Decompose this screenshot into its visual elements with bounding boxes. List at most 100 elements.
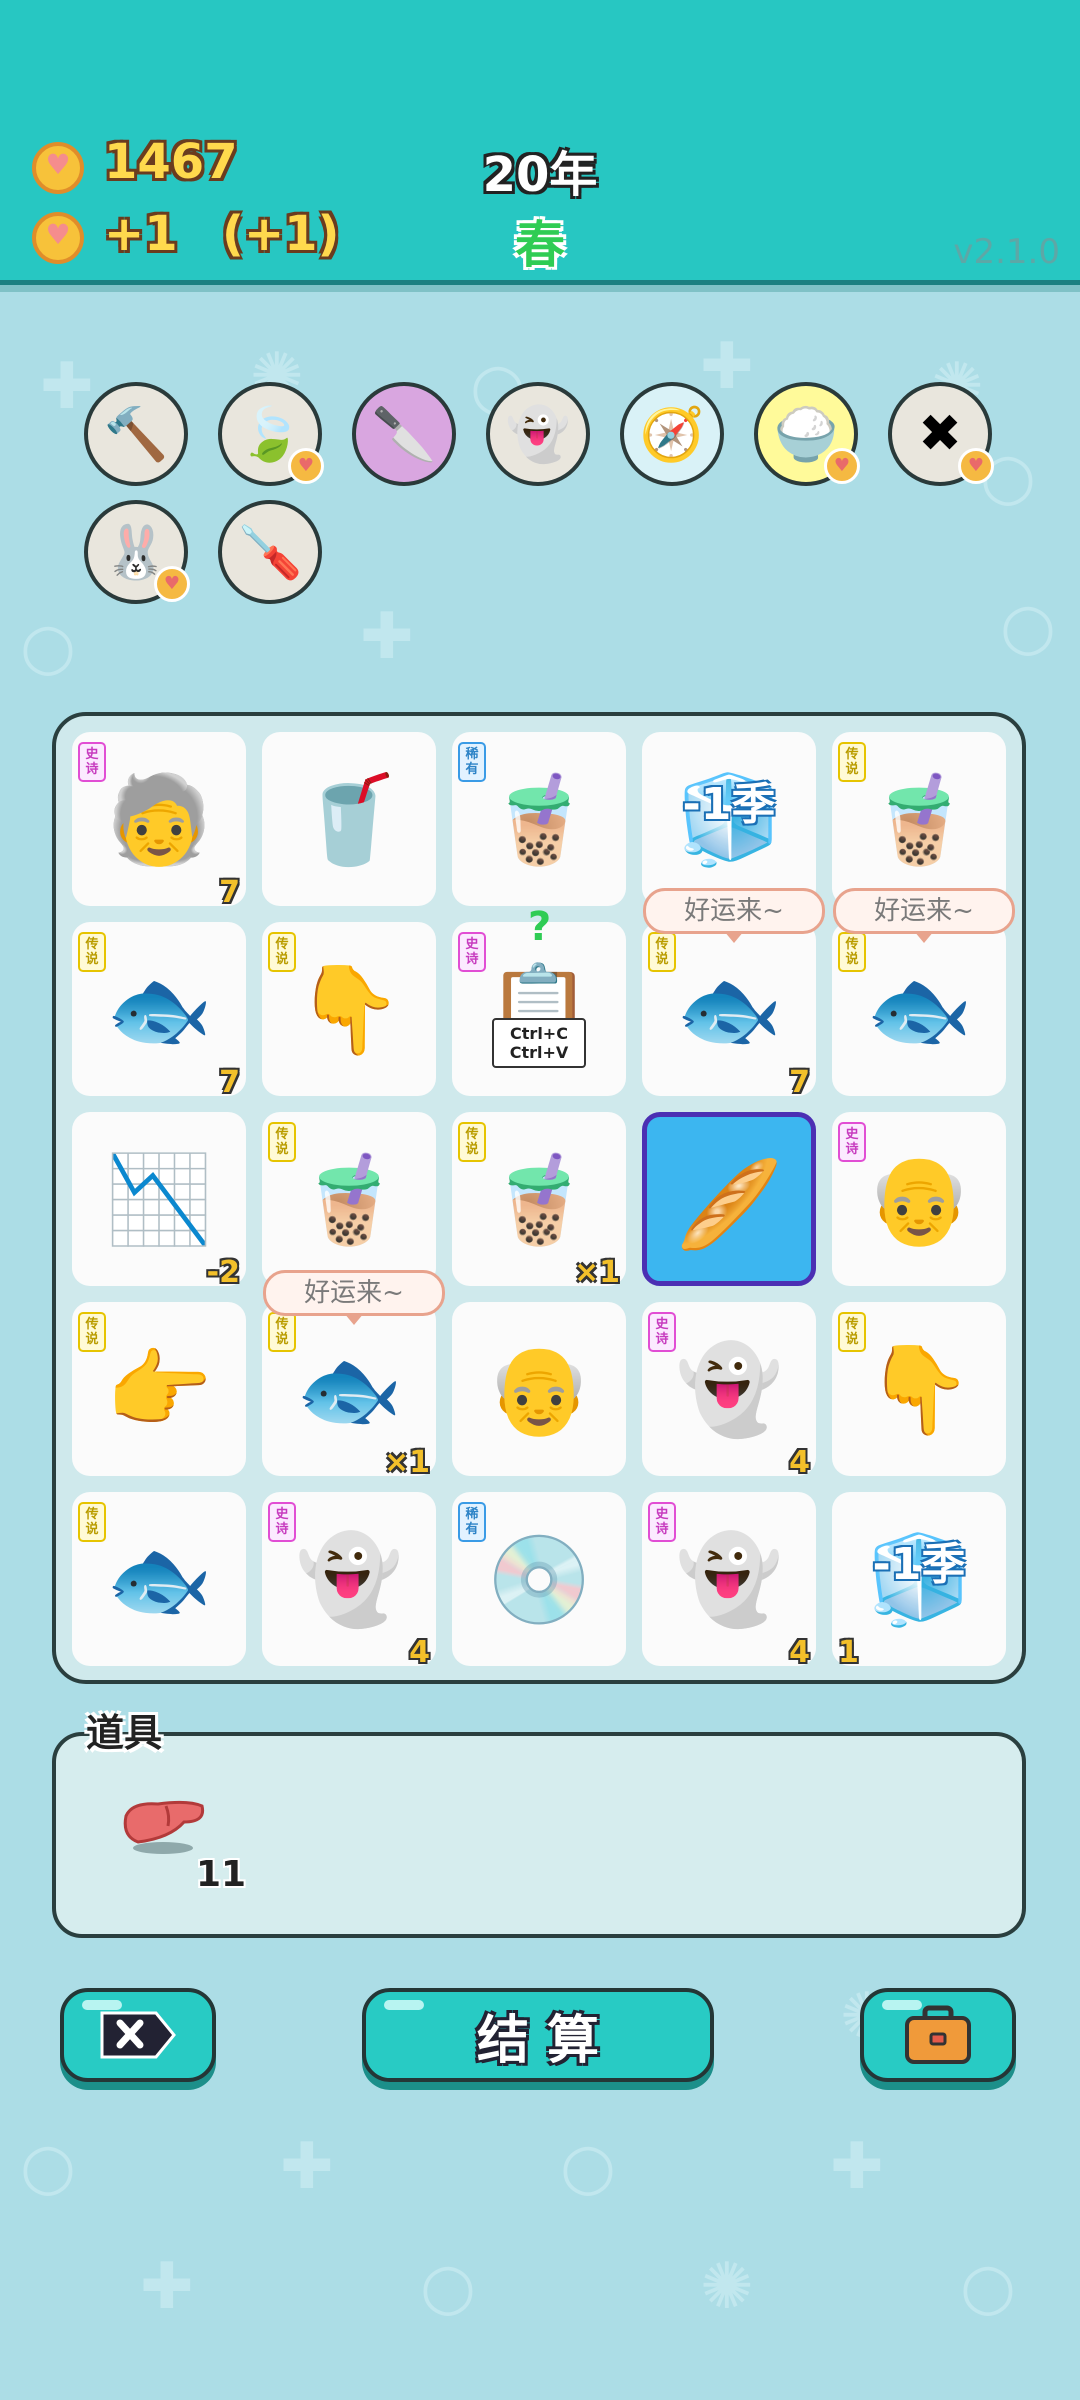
board-cell[interactable]: 🐟 传说 7	[72, 922, 246, 1100]
cleaver-tool-slot[interactable]: 🔪	[352, 382, 456, 486]
remove-button[interactable]	[60, 1988, 216, 2082]
coin-income-icon	[32, 212, 84, 264]
screwdriver-tool-slot[interactable]: 🪛	[218, 500, 322, 604]
rarity-tag: 史诗	[838, 1122, 866, 1162]
board-cell[interactable]: 👉 传说	[72, 1302, 246, 1476]
board-cell[interactable]: 🥖	[642, 1112, 816, 1286]
year-label: 20年	[482, 147, 598, 203]
delete-tag-icon: ✖	[918, 404, 962, 464]
rarity-tag: 传说	[458, 1122, 486, 1162]
liver-icon[interactable]	[118, 1796, 208, 1856]
rarity-tag: 史诗	[648, 1502, 676, 1542]
settle-label: 结 算	[476, 2010, 600, 2071]
screwdriver-icon: 🪛	[237, 522, 303, 583]
rarity-tag: 传说	[78, 932, 106, 972]
rarity-tag: 史诗	[648, 1312, 676, 1352]
ghost-icon: 👻	[505, 404, 571, 465]
old-man-icon: 👴	[485, 1340, 593, 1440]
rarity-tag: 传说	[648, 932, 676, 972]
liver-count: 11	[196, 1854, 247, 1895]
question-mark: ?	[528, 904, 552, 950]
cell-overlay-text: Ctrl+C Ctrl+V	[492, 1018, 586, 1068]
board-cell[interactable]: 💿 稀有	[452, 1492, 626, 1666]
cell-count: ×1	[573, 1255, 620, 1290]
cell-count: 1	[838, 1635, 859, 1670]
small-bubble-tea-icon: 🥤	[295, 770, 403, 870]
rarity-tag: 传说	[838, 742, 866, 782]
compass-icon: 🧭	[639, 404, 705, 465]
coin-income: +1	[104, 206, 178, 262]
hammer-icon: 🔨	[103, 404, 169, 465]
board-cell[interactable]: 🥤	[262, 732, 436, 906]
rarity-tag: 传说	[78, 1312, 106, 1352]
cell-count: 7	[789, 1065, 810, 1100]
items-title: 道具	[86, 1711, 163, 1755]
board-cell[interactable]: 🧋 传说 ×1	[452, 1112, 626, 1290]
briefcase-icon	[905, 2005, 971, 2064]
backpack-button[interactable]	[860, 1988, 1016, 2082]
ghost-tool-slot[interactable]: 👻	[486, 382, 590, 486]
board-cell[interactable]: 🧊 -1季 1	[832, 1492, 1006, 1670]
board-cell[interactable]: 👴	[452, 1302, 626, 1476]
board-cell[interactable]: 📉 -2	[72, 1112, 246, 1290]
board-cell[interactable]: 🐟 传说	[72, 1492, 246, 1666]
board-cell[interactable]: 👻 史诗 4	[262, 1492, 436, 1670]
board-cell[interactable]: 🐟 传说 7	[642, 922, 816, 1100]
rarity-tag: 传说	[838, 1312, 866, 1352]
board-cell[interactable]: 🐟 传说 ×1	[262, 1302, 436, 1480]
heart-badge-icon: ♥	[154, 566, 190, 602]
cell-count: 7	[219, 1065, 240, 1100]
cell-count: ×1	[383, 1445, 430, 1480]
rabbit-tool-slot[interactable]: 🐰 ♥	[84, 500, 190, 604]
board-cell[interactable]: 🧋 稀有	[452, 732, 626, 906]
board-cell[interactable]: 🧊 -1季	[642, 732, 816, 906]
rarity-tag: 传说	[268, 1122, 296, 1162]
heart-badge-icon: ♥	[958, 448, 994, 484]
board-cell[interactable]: 🐟 传说	[832, 922, 1006, 1096]
hammer-tool-slot[interactable]: 🔨	[84, 382, 188, 486]
rarity-tag: 史诗	[268, 1502, 296, 1542]
delete-tag-tool-slot[interactable]: ✖ ♥	[888, 382, 994, 486]
luck-bubble: 好运来~	[263, 1270, 445, 1325]
luck-bubble: 好运来~	[643, 888, 825, 943]
luck-bubble: 好运来~	[833, 888, 1015, 943]
board-cell[interactable]: 👻 史诗 4	[642, 1492, 816, 1670]
board-cell[interactable]: 👇 传说	[262, 922, 436, 1096]
cell-count: 7	[219, 875, 240, 910]
compass-tool-slot[interactable]: 🧭	[620, 382, 724, 486]
rarity-tag: 传说	[838, 932, 866, 972]
delete-tag-icon	[100, 2011, 176, 2059]
rarity-tag: 传说	[268, 1312, 296, 1352]
rarity-tag: 史诗	[458, 932, 486, 972]
board-cell[interactable]: 👴 史诗	[832, 1112, 1006, 1286]
downtrend-chart-icon: 📉	[105, 1150, 213, 1250]
board-cell[interactable]: 👇 传说	[832, 1302, 1006, 1476]
version-label: v2.1.0	[953, 232, 1060, 272]
cell-count: -2	[206, 1255, 240, 1290]
rarity-tag: 史诗	[78, 742, 106, 782]
cell-overlay-text: -1季	[872, 1539, 966, 1590]
board-cell[interactable]: 🧋 传说	[832, 732, 1006, 906]
rarity-tag: 稀有	[458, 1502, 486, 1542]
rarity-tag: 传说	[268, 932, 296, 972]
heart-badge-icon: ♥	[288, 448, 324, 484]
board-cell[interactable]: 👻 史诗 4	[642, 1302, 816, 1480]
season-label: 春	[515, 216, 565, 274]
heart-badge-icon: ♥	[824, 448, 860, 484]
rarity-tag: 稀有	[458, 742, 486, 782]
cell-count: 4	[409, 1635, 430, 1670]
rice-bowl-tool-slot[interactable]: 🍚 ♥	[754, 382, 860, 486]
cell-count: 4	[789, 1635, 810, 1670]
rarity-tag: 传说	[78, 1502, 106, 1542]
board-cell[interactable]: 🧓 史诗 7	[72, 732, 246, 910]
coin-income-bonus: (+1)	[222, 206, 340, 262]
settle-button[interactable]: 结 算	[362, 1988, 714, 2082]
leaf-tool-slot[interactable]: 🍃 ♥	[218, 382, 324, 486]
coin-total: 1467	[104, 134, 238, 190]
board-cell[interactable]: 🧋 传说	[262, 1112, 436, 1286]
coin-icon	[32, 142, 84, 194]
cell-overlay-text: -1季	[682, 779, 776, 830]
rolling-pin-icon: 🥖	[675, 1155, 783, 1255]
cleaver-icon: 🔪	[371, 404, 437, 465]
cell-count: 4	[789, 1445, 810, 1480]
